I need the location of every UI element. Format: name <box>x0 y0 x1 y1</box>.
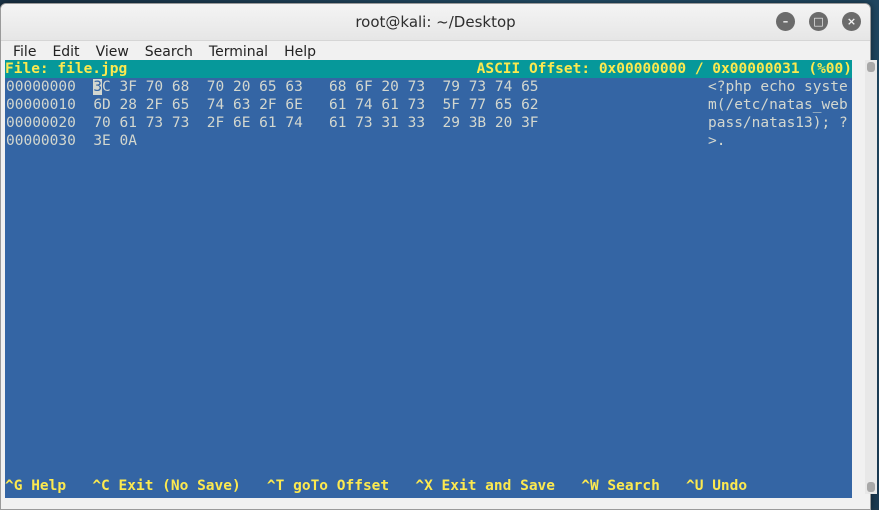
window-title: root@kali: ~/Desktop <box>355 13 516 31</box>
ascii-row[interactable]: pass/natas13); ? <box>708 114 848 132</box>
row-offset: 00000010 <box>6 97 76 113</box>
row-offset: 00000000 <box>6 79 76 95</box>
terminal-scrollbar[interactable] <box>865 60 877 494</box>
shortcut-exit-save: ^X Exit and Save <box>415 478 556 494</box>
row-bytes[interactable]: 3E 0A <box>93 133 137 149</box>
menu-terminal[interactable]: Terminal <box>201 44 276 60</box>
ascii-row[interactable]: m(/etc/natas_web <box>708 96 848 114</box>
hex-dump[interactable]: 00000000 3C 3F 70 68 70 20 65 63 68 6F 2… <box>5 78 852 438</box>
shortcut-help: ^G Help <box>5 478 67 494</box>
ascii-row[interactable]: <?php echo syste <box>708 78 848 96</box>
scroll-down-handle[interactable] <box>867 482 875 492</box>
menu-view[interactable]: View <box>88 44 137 60</box>
window-controls: – □ × <box>776 12 861 31</box>
edit-cursor[interactable]: 3 <box>93 79 103 95</box>
terminal-area[interactable]: File: file.jpg ASCII Offset: 0x00000000 … <box>5 60 852 498</box>
close-button[interactable]: × <box>842 12 861 31</box>
scroll-up-handle[interactable] <box>867 62 875 72</box>
title-bar[interactable]: root@kali: ~/Desktop – □ × <box>1 4 870 41</box>
menu-search[interactable]: Search <box>137 44 201 60</box>
hex-row[interactable]: 00000030 3E 0A <box>6 132 137 150</box>
menu-file[interactable]: File <box>5 44 44 60</box>
hexedit-status-bar: File: file.jpg ASCII Offset: 0x00000000 … <box>5 60 852 78</box>
menu-help[interactable]: Help <box>276 44 324 60</box>
hex-row[interactable]: 00000020 70 61 73 73 2F 6E 61 74 61 73 3… <box>6 114 539 132</box>
row-offset: 00000030 <box>6 133 76 149</box>
maximize-button[interactable]: □ <box>809 12 828 31</box>
row-offset: 00000020 <box>6 115 76 131</box>
shortcut-search: ^W Search <box>581 478 660 494</box>
shortcut-exit-no-save: ^C Exit (No Save) <box>92 478 241 494</box>
row-bytes[interactable]: 70 61 73 73 2F 6E 61 74 61 73 31 33 29 3… <box>93 115 538 131</box>
menu-edit[interactable]: Edit <box>44 44 87 60</box>
row-bytes[interactable]: C 3F 70 68 70 20 65 63 68 6F 20 73 79 73… <box>102 79 539 95</box>
shortcut-bar: ^G Help ^C Exit (No Save) ^T goTo Offset… <box>5 477 852 495</box>
minimize-button[interactable]: – <box>776 12 795 31</box>
status-file-name: File: file.jpg <box>5 61 128 77</box>
ascii-row[interactable]: >. <box>708 132 725 150</box>
shortcut-goto-offset: ^T goTo Offset <box>266 478 390 494</box>
status-ascii-offset: ASCII Offset: 0x00000000 / 0x00000031 (%… <box>476 61 852 77</box>
hex-row[interactable]: 00000000 3C 3F 70 68 70 20 65 63 68 6F 2… <box>6 78 539 96</box>
row-bytes[interactable]: 6D 28 2F 65 74 63 2F 6E 61 74 61 73 5F 7… <box>93 97 538 113</box>
hex-row[interactable]: 00000010 6D 28 2F 65 74 63 2F 6E 61 74 6… <box>6 96 539 114</box>
shortcut-undo: ^U Undo <box>686 478 748 494</box>
